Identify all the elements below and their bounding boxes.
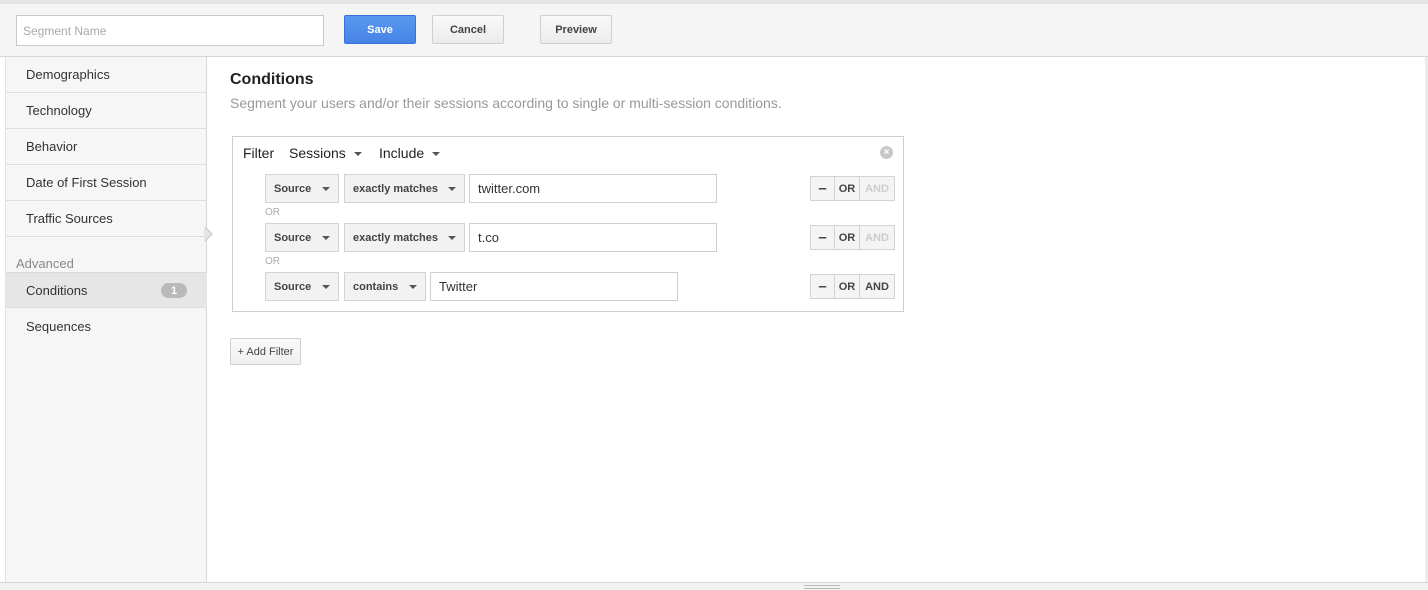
condition-controls: – OR AND bbox=[810, 274, 895, 299]
dimension-dropdown[interactable]: Source bbox=[265, 174, 339, 203]
filter-mode-dropdown[interactable]: Include bbox=[379, 145, 441, 161]
operator-dropdown[interactable]: exactly matches bbox=[344, 223, 465, 252]
active-item-pointer bbox=[204, 226, 213, 242]
dimension-value: Source bbox=[274, 231, 312, 244]
and-button[interactable]: AND bbox=[860, 275, 894, 298]
resize-grip-icon[interactable] bbox=[804, 585, 840, 589]
chevron-down-icon bbox=[322, 285, 330, 289]
chevron-down-icon bbox=[322, 236, 330, 240]
page-subtitle: Segment your users and/or their sessions… bbox=[230, 95, 782, 111]
sidebar-item-traffic-sources[interactable]: Traffic Sources bbox=[6, 201, 207, 237]
add-filter-button[interactable]: + Add Filter bbox=[230, 338, 301, 365]
or-button[interactable]: OR bbox=[835, 275, 860, 298]
or-button[interactable]: OR bbox=[835, 177, 860, 200]
and-button[interactable]: AND bbox=[860, 177, 894, 200]
segment-name-input[interactable] bbox=[16, 15, 324, 46]
dimension-dropdown[interactable]: Source bbox=[265, 272, 339, 301]
filter-scope-dropdown[interactable]: Sessions bbox=[289, 145, 362, 161]
save-button[interactable]: Save bbox=[344, 15, 416, 44]
or-button[interactable]: OR bbox=[835, 226, 860, 249]
chevron-down-icon bbox=[353, 152, 362, 157]
remove-filter-icon[interactable]: × bbox=[880, 146, 893, 159]
conditions-count-badge: 1 bbox=[161, 283, 187, 298]
chevron-down-icon bbox=[432, 152, 441, 157]
sidebar-item-conditions[interactable]: Conditions 1 bbox=[6, 272, 207, 308]
condition-value-input[interactable] bbox=[430, 272, 678, 301]
remove-condition-button[interactable]: – bbox=[811, 226, 835, 249]
condition-value-input[interactable] bbox=[469, 223, 717, 252]
sidebar-item-date-of-first-session[interactable]: Date of First Session bbox=[6, 165, 207, 201]
dimension-value: Source bbox=[274, 182, 312, 195]
filter-label: Filter bbox=[243, 145, 275, 161]
operator-value: exactly matches bbox=[353, 231, 438, 244]
segment-toolbar: Save Cancel Preview bbox=[0, 0, 1428, 57]
chevron-down-icon bbox=[448, 187, 456, 191]
filter-panel: Filter Sessions Include × Source exactly… bbox=[232, 136, 904, 312]
operator-dropdown[interactable]: contains bbox=[344, 272, 426, 301]
remove-condition-button[interactable]: – bbox=[811, 275, 835, 298]
remove-condition-button[interactable]: – bbox=[811, 177, 835, 200]
chevron-down-icon bbox=[322, 187, 330, 191]
condition-value-input[interactable] bbox=[469, 174, 717, 203]
filter-scope-value: Sessions bbox=[289, 145, 346, 161]
segment-sidebar: Demographics Technology Behavior Date of… bbox=[5, 57, 207, 583]
and-button[interactable]: AND bbox=[860, 226, 894, 249]
sidebar-item-sequences[interactable]: Sequences bbox=[6, 308, 207, 344]
operator-value: contains bbox=[353, 280, 399, 293]
page-title: Conditions bbox=[230, 71, 314, 88]
or-separator: OR bbox=[265, 256, 280, 267]
operator-dropdown[interactable]: exactly matches bbox=[344, 174, 465, 203]
filter-mode-value: Include bbox=[379, 145, 425, 161]
condition-controls: – OR AND bbox=[810, 176, 895, 201]
chevron-down-icon bbox=[409, 285, 417, 289]
or-separator: OR bbox=[265, 207, 280, 218]
bottom-resize-bar[interactable] bbox=[0, 582, 1428, 590]
operator-value: exactly matches bbox=[353, 182, 438, 195]
dimension-dropdown[interactable]: Source bbox=[265, 223, 339, 252]
condition-controls: – OR AND bbox=[810, 225, 895, 250]
sidebar-item-demographics[interactable]: Demographics bbox=[6, 57, 207, 93]
sidebar-item-technology[interactable]: Technology bbox=[6, 93, 207, 129]
dimension-value: Source bbox=[274, 280, 312, 293]
sidebar-section-advanced: Advanced bbox=[16, 256, 74, 271]
cancel-button[interactable]: Cancel bbox=[432, 15, 504, 44]
sidebar-item-label: Conditions bbox=[26, 282, 88, 298]
preview-button[interactable]: Preview bbox=[540, 15, 612, 44]
chevron-down-icon bbox=[448, 236, 456, 240]
sidebar-item-behavior[interactable]: Behavior bbox=[6, 129, 207, 165]
